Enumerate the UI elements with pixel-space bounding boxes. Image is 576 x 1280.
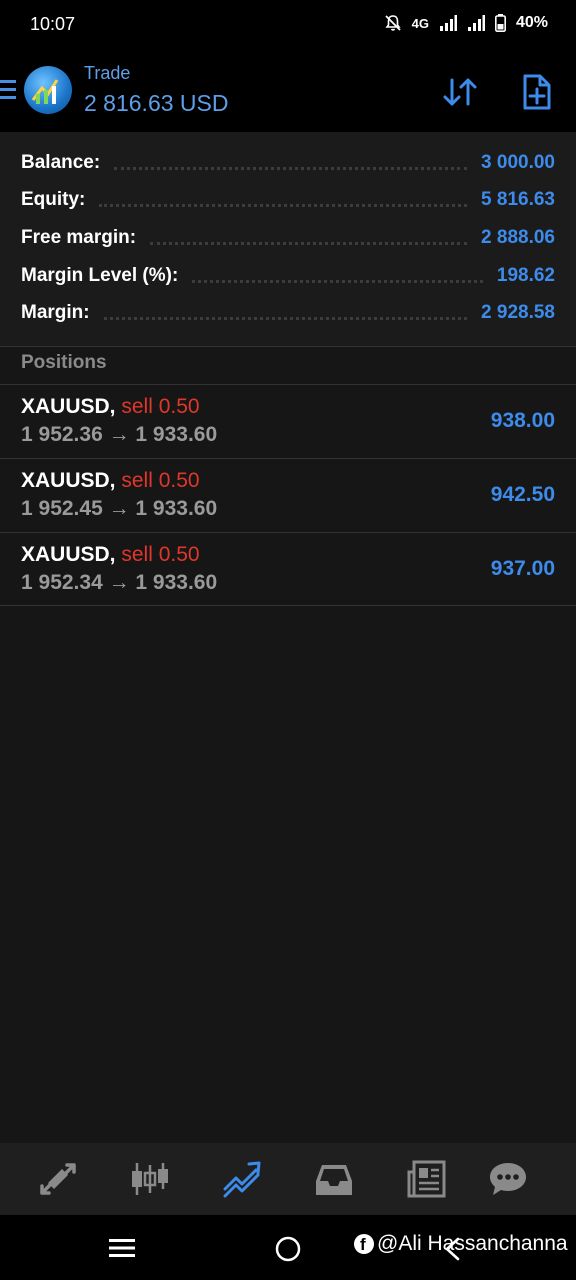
network-type: 4G <box>411 15 429 31</box>
bottom-nav <box>0 1143 576 1215</box>
position-profit: 938.00 <box>490 409 555 432</box>
recent-apps-button[interactable] <box>108 1237 136 1264</box>
position-symbol: XAUUSD, <box>21 469 116 492</box>
divider <box>0 346 576 347</box>
watermark: f @Ali Hassanchanna <box>354 1232 568 1256</box>
position-prices: 1 952.34 → 1 933.60 <box>21 571 218 594</box>
position-side: sell 0.50 <box>121 469 200 492</box>
account-summary: Balance: 3 000.00 Equity: 5 816.63 Free … <box>0 132 576 346</box>
summary-row-margin: Margin: 2 928.58 <box>21 298 555 328</box>
summary-value: 5 816.63 <box>481 189 555 210</box>
nav-messages[interactable] <box>488 1159 528 1199</box>
new-order-icon <box>523 74 551 110</box>
quotes-icon <box>40 1163 76 1195</box>
watermark-text: @Ali Hassanchanna <box>377 1232 568 1255</box>
nav-news[interactable] <box>406 1159 446 1199</box>
divider <box>0 605 576 606</box>
status-time: 10:07 <box>30 14 76 34</box>
home-button[interactable] <box>274 1235 302 1268</box>
summary-value: 2 888.06 <box>481 227 555 248</box>
position-row[interactable]: XAUUSD, sell 0.50 1 952.36 → 1 933.60 93… <box>0 385 576 458</box>
summary-label: Equity: <box>21 189 86 210</box>
news-icon <box>407 1160 446 1198</box>
position-prices: 1 952.36 → 1 933.60 <box>21 423 218 446</box>
position-side: sell 0.50 <box>121 543 200 566</box>
summary-label: Margin Level (%): <box>21 265 179 286</box>
sort-button[interactable] <box>440 72 480 112</box>
status-bar: 10:07 4G 40% <box>0 0 576 50</box>
new-order-button[interactable] <box>516 72 556 112</box>
position-side: sell 0.50 <box>121 395 200 418</box>
nav-history[interactable] <box>314 1159 354 1199</box>
summary-value: 3 000.00 <box>481 152 555 173</box>
position-row[interactable]: XAUUSD, sell 0.50 1 952.34 → 1 933.60 93… <box>0 533 576 606</box>
position-profit: 937.00 <box>490 557 555 580</box>
recent-apps-icon <box>109 1239 135 1257</box>
positions-heading: Positions <box>21 352 107 373</box>
summary-value: 2 928.58 <box>481 302 555 323</box>
summary-row-equity: Equity: 5 816.63 <box>21 185 555 215</box>
position-prices: 1 952.45 → 1 933.60 <box>21 497 218 520</box>
nav-quotes[interactable] <box>38 1159 78 1199</box>
summary-value: 198.62 <box>496 265 555 286</box>
nav-chart[interactable] <box>130 1159 170 1199</box>
app-bar: Trade 2 816.63 USD <box>0 50 576 132</box>
messages-icon <box>490 1163 526 1195</box>
history-icon <box>316 1165 352 1195</box>
trade-icon <box>223 1161 261 1198</box>
menu-icon[interactable] <box>0 80 16 102</box>
battery-level: 40% <box>515 14 548 31</box>
signal-icon-2 <box>467 15 485 31</box>
summary-row-balance: Balance: 3 000.00 <box>21 148 555 178</box>
position-symbol: XAUUSD, <box>21 543 116 566</box>
sort-icon <box>443 78 477 106</box>
summary-row-margin-level: Margin Level (%): 198.62 <box>21 261 555 291</box>
bell-off-icon <box>384 15 401 31</box>
header-balance: 2 816.63 USD <box>84 90 229 116</box>
page-title: Trade <box>84 63 131 83</box>
battery-icon <box>494 14 506 32</box>
app-logo <box>24 66 72 114</box>
chart-icon <box>132 1163 168 1195</box>
summary-row-free-margin: Free margin: 2 888.06 <box>21 223 555 253</box>
summary-label: Free margin: <box>21 227 137 248</box>
facebook-icon: f <box>354 1234 374 1254</box>
position-row[interactable]: XAUUSD, sell 0.50 1 952.45 → 1 933.60 94… <box>0 459 576 532</box>
position-profit: 942.50 <box>490 483 555 506</box>
summary-label: Margin: <box>21 302 90 323</box>
home-icon <box>275 1236 301 1262</box>
signal-icon <box>439 15 457 31</box>
summary-label: Balance: <box>21 152 101 173</box>
status-icons: 4G 40% <box>384 14 548 32</box>
position-symbol: XAUUSD, <box>21 395 116 418</box>
nav-trade[interactable] <box>222 1159 262 1199</box>
